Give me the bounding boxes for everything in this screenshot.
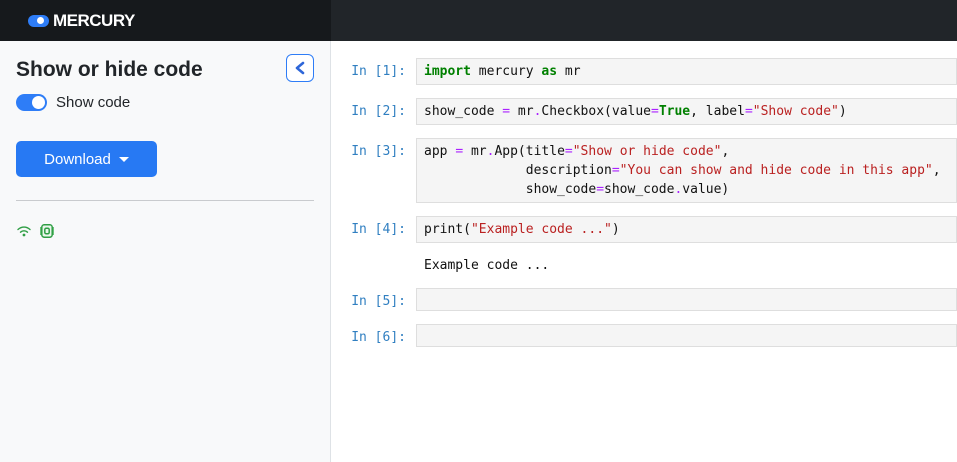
notebook-cell: In [3]: app = mr.App(title="Show or hide …: [331, 138, 957, 203]
cell-input: [416, 324, 957, 347]
cell-prompt: In [3]:: [351, 144, 406, 159]
cell-prompt: In [1]:: [351, 64, 406, 79]
notebook-cell-output: Example code ...: [331, 252, 957, 279]
cell-code: print("Example code ..."): [424, 222, 620, 237]
cell-input: app = mr.App(title="Show or hide code", …: [416, 138, 957, 203]
notebook-cell: In [1]: import mercury as mr: [331, 58, 957, 85]
sidebar-divider: [16, 200, 314, 202]
notebook: In [1]: import mercury as mr In [2]: show_c…: [331, 58, 957, 347]
show-code-widget: Show code: [16, 94, 314, 112]
app-title: Show or hide code: [16, 58, 203, 81]
notebook-cell: In [6]:: [331, 324, 957, 347]
notebook-cell: In [5]:: [331, 288, 957, 311]
sidebar-collapse-button[interactable]: [286, 54, 314, 82]
main-content: In [1]: import mercury as mr In [2]: show_c…: [331, 41, 957, 462]
sidebar: Show or hide code Show code Download: [0, 41, 331, 462]
cell-input: show_code = mr.Checkbox(value=True, labe…: [416, 98, 957, 125]
cell-input: import mercury as mr: [416, 58, 957, 85]
mercury-logo-icon: [28, 14, 49, 27]
cell-code: show_code = mr.Checkbox(value=True, labe…: [424, 104, 847, 119]
cell-prompt: In [2]:: [351, 104, 406, 119]
cell-prompt: In [5]:: [351, 294, 406, 309]
navbar-spacer: [331, 0, 957, 41]
brand-name: MERCURY: [53, 10, 135, 30]
show-code-label: Show code: [56, 94, 131, 112]
cell-output: Example code ...: [424, 258, 550, 273]
download-button[interactable]: Download: [16, 141, 157, 178]
wifi-icon: [17, 226, 31, 237]
cell-prompt: In [4]:: [351, 222, 406, 237]
sidebar-header: Show or hide code: [16, 54, 314, 82]
cell-prompt: In [6]:: [351, 330, 406, 345]
show-code-toggle[interactable]: [16, 94, 47, 112]
dropdown-caret-icon: [118, 156, 129, 162]
page-body: Show or hide code Show code Download In …: [0, 41, 957, 462]
mercury-brand-link[interactable]: MERCURY: [28, 11, 135, 31]
cell-code: import mercury as mr: [424, 64, 581, 79]
cell-code: app = mr.App(title="Show or hide code", …: [424, 144, 941, 197]
cell-input: print("Example code ..."): [416, 216, 957, 243]
download-label: Download: [44, 150, 111, 168]
status-indicators: [16, 223, 314, 239]
output-prompt-spacer: [331, 252, 416, 279]
chevron-left-icon: [295, 61, 305, 75]
notebook-cell: In [4]: print("Example code ..."): [331, 216, 957, 243]
notebook-cell: In [2]: show_code = mr.Checkbox(value=Tru…: [331, 98, 957, 125]
navbar-brand-area: MERCURY: [0, 0, 331, 41]
cell-input: [416, 288, 957, 311]
cell-code: [417, 325, 956, 344]
cell-code: [417, 289, 956, 308]
top-navbar: MERCURY: [0, 0, 957, 41]
worker-status-icon: [40, 224, 54, 239]
